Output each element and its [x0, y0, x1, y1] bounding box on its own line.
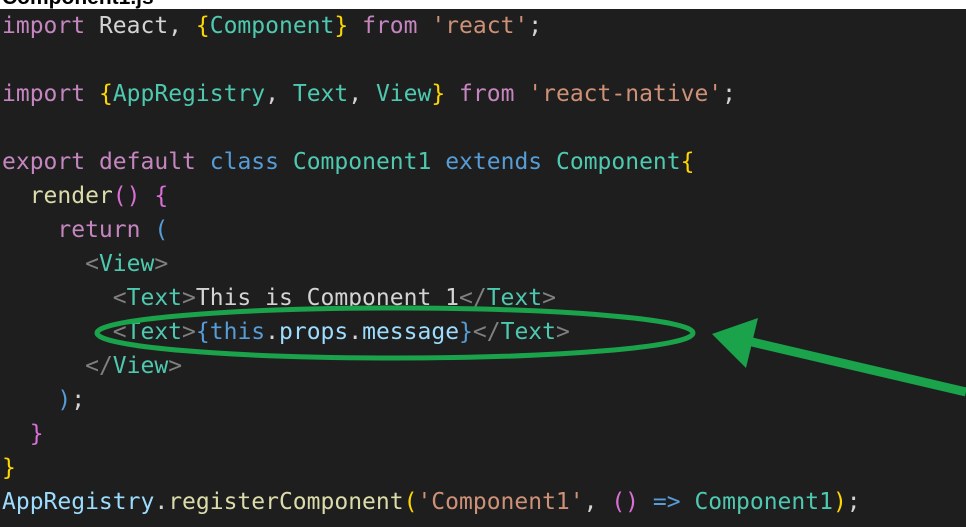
- method-name: render: [29, 183, 113, 209]
- angle-bracket: >: [556, 319, 570, 345]
- brace: }: [2, 455, 16, 481]
- code-line-12: );: [57, 387, 86, 413]
- keyword: from: [362, 13, 418, 39]
- brace: {: [98, 81, 113, 107]
- angle-bracket: </: [459, 285, 487, 311]
- angle-bracket: </: [472, 319, 501, 345]
- brace: {: [680, 149, 695, 175]
- import-name: AppRegistry: [112, 81, 266, 107]
- code-line-10: <Text>{this.props.message}</Text>: [112, 319, 570, 345]
- import-name: Text: [292, 81, 349, 107]
- parens: (): [112, 183, 141, 209]
- import-name: Component: [209, 13, 335, 39]
- string-literal: 'react-native': [528, 81, 723, 107]
- code-line-16: AppRegistry.registerComponent('Component…: [2, 489, 861, 515]
- class-name: Component1: [292, 149, 432, 175]
- code-line-11: </View>: [0, 349, 182, 383]
- brace: }: [431, 81, 446, 107]
- keyword: export: [2, 149, 86, 175]
- parens: (: [154, 217, 169, 243]
- parens: (: [403, 489, 418, 515]
- angle-bracket: >: [182, 319, 196, 345]
- string-literal: 'Component1': [417, 489, 584, 515]
- arrow-operator: =>: [652, 489, 681, 515]
- keyword: extends: [445, 149, 543, 175]
- keyword: import: [2, 13, 86, 39]
- jsx-tag: View: [98, 251, 155, 277]
- class-name: Component: [556, 149, 681, 175]
- property: message: [362, 319, 460, 345]
- keyword: from: [459, 81, 515, 107]
- code-line-3: import {AppRegistry, Text, View} from 'r…: [2, 81, 737, 107]
- jsx-text: This is Component 1: [195, 285, 459, 311]
- code-line-5: export default class Component1 extends …: [0, 145, 694, 179]
- brace: {: [195, 13, 210, 39]
- brace: }: [334, 13, 349, 39]
- code-line-9: <Text>This is Component 1</Text>: [0, 281, 556, 315]
- page-heading-text: Component1.js: [2, 0, 154, 9]
- property: props: [279, 319, 349, 345]
- class-name: Component1: [694, 489, 833, 515]
- identifier: React,: [85, 13, 196, 39]
- angle-bracket: </: [85, 353, 113, 379]
- this-keyword: this: [209, 319, 266, 345]
- keyword: import: [2, 81, 86, 107]
- brace: }: [459, 319, 473, 345]
- angle-bracket: >: [168, 353, 183, 379]
- code-line-7: return (: [0, 213, 168, 247]
- angle-bracket: <: [85, 251, 99, 277]
- code-line-8: <View>: [0, 247, 168, 281]
- jsx-tag: Text: [500, 319, 556, 345]
- jsx-tag: Text: [486, 285, 543, 311]
- angle-bracket: >: [542, 285, 556, 311]
- keyword: default: [98, 149, 196, 175]
- angle-bracket: >: [182, 285, 196, 311]
- code-line-6: render() {: [0, 179, 169, 213]
- code-line-13: }: [0, 417, 44, 451]
- angle-bracket: <: [112, 319, 127, 345]
- brace: }: [29, 421, 44, 447]
- import-name: View: [375, 81, 432, 107]
- code-line-1: import React, {Component} from 'react';: [2, 13, 543, 39]
- identifier: AppRegistry: [2, 489, 155, 515]
- angle-bracket: <: [112, 285, 127, 311]
- method-name: registerComponent: [168, 489, 404, 515]
- page-heading: Component1.js: [0, 0, 966, 9]
- jsx-tag: Text: [126, 285, 183, 311]
- code-editor[interactable]: import React, {Component} from 'react'; …: [0, 9, 966, 527]
- parens: ): [57, 387, 72, 413]
- jsx-tag: Text: [126, 319, 183, 345]
- parens: ): [832, 489, 847, 515]
- keyword: return: [57, 217, 141, 243]
- parens: (): [611, 489, 640, 515]
- angle-bracket: >: [154, 251, 169, 277]
- brace: {: [195, 319, 210, 345]
- string-literal: 'react': [431, 13, 529, 39]
- brace: {: [154, 183, 169, 209]
- keyword: class: [209, 149, 279, 175]
- code-line-14: }: [0, 451, 16, 485]
- jsx-tag: View: [112, 353, 169, 379]
